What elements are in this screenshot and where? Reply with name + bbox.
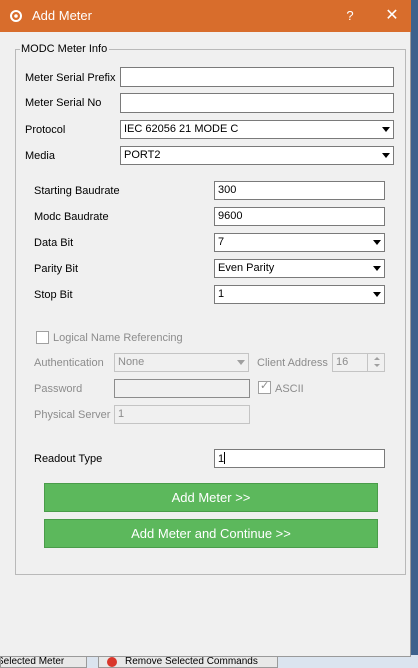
remove-icon xyxy=(107,657,117,667)
data-bit-dropdown[interactable]: 7 xyxy=(214,233,385,252)
ascii-checkbox[interactable]: ✓ xyxy=(258,380,271,394)
physical-server-label: Physical Server xyxy=(34,409,111,421)
media-dropdown[interactable]: PORT2 xyxy=(120,146,394,165)
physical-server-input[interactable]: 1 xyxy=(114,405,250,424)
client-address-label: Client Address xyxy=(257,357,328,369)
spinner-down-icon xyxy=(374,364,380,367)
meter-serial-prefix-label: Meter Serial Prefix xyxy=(25,72,116,84)
background-remove-commands-text: Remove Selected Commands xyxy=(125,656,258,667)
media-value: PORT2 xyxy=(124,149,161,161)
background-selected-meter-text: Selected Meter xyxy=(0,656,65,667)
parity-bit-label: Parity Bit xyxy=(34,263,79,275)
password-input[interactable] xyxy=(114,379,250,398)
chevron-down-icon xyxy=(237,360,245,365)
group-title: MODC Meter Info xyxy=(20,43,110,55)
stop-bit-dropdown[interactable]: 1 xyxy=(214,285,385,304)
password-label: Password xyxy=(34,383,83,395)
protocol-label: Protocol xyxy=(25,124,66,136)
parity-bit-value: Even Parity xyxy=(218,262,275,274)
protocol-value: IEC 62056 21 MODE C xyxy=(124,123,239,135)
chevron-down-icon xyxy=(382,153,390,158)
client-address-value: 16 xyxy=(336,356,349,368)
authentication-label: Authentication xyxy=(34,357,104,369)
close-button[interactable]: ✕ xyxy=(377,5,407,27)
starting-baudrate-label: Starting Baudrate xyxy=(34,185,120,197)
readout-type-label: Readout Type xyxy=(34,453,103,465)
spinner-buttons[interactable] xyxy=(367,354,384,371)
chevron-down-icon xyxy=(382,127,390,132)
text-caret xyxy=(224,452,226,464)
chevron-down-icon xyxy=(373,292,381,297)
logical-name-referencing-checkbox[interactable] xyxy=(36,331,49,344)
starting-baudrate-input[interactable]: 300 xyxy=(214,181,385,200)
data-bit-value: 7 xyxy=(218,236,225,248)
add-meter-dialog: Add Meter ? ✕ MODC Meter Info Meter Seri… xyxy=(0,0,411,657)
client-address-spinner[interactable]: 16 xyxy=(332,353,385,372)
modc-baudrate-input[interactable]: 9600 xyxy=(214,207,385,226)
modc-baudrate-label: Modc Baudrate xyxy=(34,211,109,223)
add-meter-button[interactable]: Add Meter >> xyxy=(44,483,378,512)
spinner-up-icon xyxy=(374,357,380,360)
add-meter-and-continue-button[interactable]: Add Meter and Continue >> xyxy=(44,519,378,548)
dialog-title: Add Meter xyxy=(32,8,92,23)
app-icon xyxy=(10,10,22,22)
chevron-down-icon xyxy=(373,266,381,271)
media-label: Media xyxy=(25,150,55,162)
meter-serial-prefix-input[interactable] xyxy=(120,67,394,87)
meter-serial-no-label: Meter Serial No xyxy=(25,97,102,109)
dialog-titlebar: Add Meter ? ✕ xyxy=(0,0,411,32)
readout-type-input[interactable]: 1 xyxy=(214,449,385,468)
stop-bit-value: 1 xyxy=(218,288,225,300)
authentication-value: None xyxy=(118,356,145,368)
authentication-dropdown[interactable]: None xyxy=(114,353,249,372)
meter-serial-no-input[interactable] xyxy=(120,93,394,113)
background-right-edge xyxy=(411,0,418,655)
chevron-down-icon xyxy=(373,240,381,245)
check-icon: ✓ xyxy=(260,380,270,392)
stop-bit-label: Stop Bit xyxy=(34,289,73,301)
protocol-dropdown[interactable]: IEC 62056 21 MODE C xyxy=(120,120,394,139)
parity-bit-dropdown[interactable]: Even Parity xyxy=(214,259,385,278)
ascii-label: ASCII xyxy=(275,383,304,395)
help-button[interactable]: ? xyxy=(339,5,361,27)
data-bit-label: Data Bit xyxy=(34,237,74,249)
logical-name-referencing-label: Logical Name Referencing xyxy=(53,332,183,344)
